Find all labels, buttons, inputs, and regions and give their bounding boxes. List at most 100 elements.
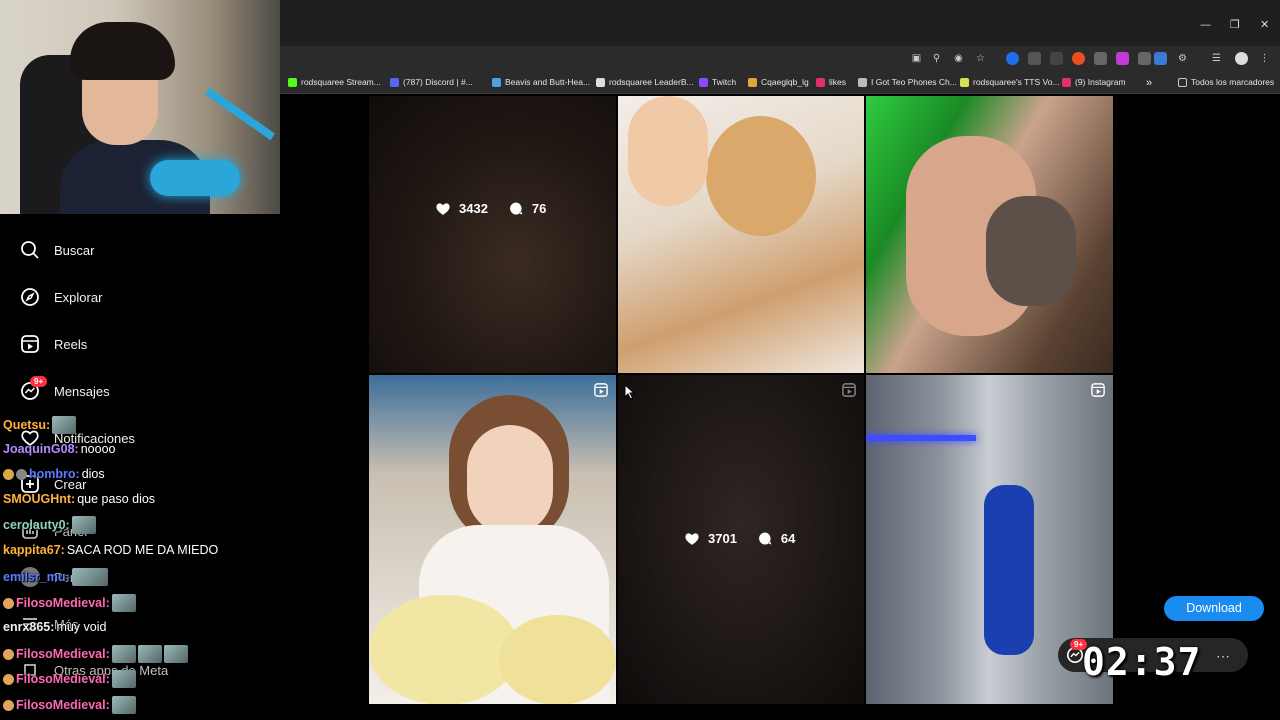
bookmark-icon — [288, 77, 297, 87]
explore-post-tile[interactable] — [369, 375, 616, 704]
explore-post-tile[interactable]: 3432 76 — [369, 96, 616, 373]
sidebar-item-label: Reels — [54, 336, 88, 352]
chat-username: FilosoMedieval: — [16, 672, 110, 686]
melon-shape — [369, 595, 519, 704]
chat-emote — [71, 568, 108, 586]
sidebar-item-explore[interactable]: Explorar — [20, 287, 102, 307]
chat-emote — [163, 645, 188, 663]
folder-icon — [1178, 77, 1187, 87]
more-bookmarks-button[interactable]: » — [1146, 77, 1152, 89]
chat-message: SMOUGHnt: que paso dios — [3, 492, 155, 506]
chat-message: enrx865: muy void — [3, 620, 106, 634]
puzzle-icon[interactable]: ⚙ — [1176, 52, 1189, 65]
extension-icon[interactable] — [1006, 52, 1019, 65]
bookmark[interactable]: (9) Instagram — [1062, 77, 1126, 87]
person-face-shape — [628, 96, 708, 206]
bookmark[interactable]: Beavis and Butt-Hea... — [492, 77, 590, 87]
explore-post-tile[interactable] — [618, 96, 864, 373]
all-bookmarks-label: Todos los marcadores — [1191, 77, 1275, 87]
bookmark-label: rodsquaree LeaderB... — [609, 77, 694, 87]
eye-off-icon[interactable]: ◉ — [952, 52, 965, 65]
bookmark-icon — [596, 77, 605, 87]
chat-text: que paso dios — [77, 492, 156, 506]
reels-icon — [842, 383, 856, 397]
download-button[interactable]: Download — [1164, 596, 1264, 621]
bookmark[interactable]: likes — [816, 77, 846, 87]
webcam-microphone — [150, 160, 240, 196]
reading-list-icon[interactable]: ☰ — [1210, 52, 1223, 65]
chat-username: hombro: — [29, 467, 80, 481]
explore-post-tile[interactable] — [866, 96, 1113, 373]
bookmark[interactable]: Cqaeglqb_lg — [748, 77, 809, 87]
extension-icon[interactable] — [1116, 52, 1129, 65]
chat-emote — [52, 416, 77, 434]
avatar-icon[interactable] — [1235, 52, 1248, 65]
bookmark[interactable]: rodsquaree LeaderB... — [596, 77, 694, 87]
chat-message: kappita67: SACA ROD ME DA MIEDO — [3, 543, 218, 557]
chat-username: FilosoMedieval: — [16, 596, 110, 610]
all-bookmarks-folder[interactable]: Todos los marcadores — [1178, 77, 1274, 87]
bookmark-label: likes — [829, 77, 847, 87]
reels-icon — [594, 383, 608, 397]
cast-icon[interactable]: ▣ — [910, 52, 923, 65]
bookmark-icon — [1062, 77, 1071, 87]
bookmark-label: Beavis and Butt-Hea... — [505, 77, 591, 87]
more-dots-icon[interactable]: ⋯ — [1216, 648, 1230, 665]
extension-icon[interactable] — [1138, 52, 1151, 65]
messages-badge: 9+ — [30, 376, 48, 387]
sidebar-item-reels[interactable]: Reels — [20, 334, 87, 354]
chat-emote — [111, 594, 136, 612]
chat-message: FilosoMedieval: — [3, 645, 188, 663]
likes-count: 3432 — [459, 201, 488, 216]
extension-icon[interactable] — [1050, 52, 1063, 65]
chat-badge-icon — [3, 468, 14, 480]
bookmark-label: (787) Discord | #... — [403, 77, 473, 87]
bookmark-label: rodsquaree's TTS Vo... — [973, 77, 1060, 87]
extension-icon[interactable] — [1094, 52, 1107, 65]
reels-icon — [21, 335, 39, 353]
chat-badge-icon — [3, 699, 14, 711]
bookmark[interactable]: rodsquaree's TTS Vo... — [960, 77, 1060, 87]
hover-overlay — [369, 96, 616, 373]
bookmark[interactable]: Twitch — [699, 77, 736, 87]
chat-emote — [137, 645, 162, 663]
bookmark[interactable]: I Got Teo Phones Ch... — [858, 77, 957, 87]
bookmark[interactable]: rodsquaree Stream... — [288, 77, 381, 87]
webcam-person-hair — [70, 22, 175, 80]
bookmark-label: Twitch — [712, 77, 737, 87]
minimize-icon[interactable]: — — [1200, 18, 1211, 31]
comment-icon — [509, 202, 523, 215]
chat-message: FilosoMedieval: — [3, 670, 136, 688]
chat-username: emilsr_mu: — [3, 570, 70, 584]
restore-icon[interactable]: ❐ — [1230, 18, 1240, 31]
chat-username: kappita67: — [3, 543, 65, 557]
zoom-icon[interactable]: ⚲ — [930, 52, 943, 65]
chat-username: FilosoMedieval: — [16, 647, 110, 661]
close-icon[interactable]: ✕ — [1260, 18, 1269, 31]
chat-text: noooo — [80, 442, 116, 456]
extension-icon[interactable] — [1154, 52, 1167, 65]
bookmark-label: (9) Instagram — [1075, 77, 1126, 87]
light-stripe — [866, 435, 976, 441]
chat-badge-icon — [3, 648, 14, 660]
heart-icon — [436, 203, 450, 215]
star-icon[interactable]: ☆ — [974, 52, 987, 65]
menu-dots-icon[interactable]: ⋮ — [1258, 52, 1271, 65]
face-shape — [467, 425, 553, 535]
bookmark-label: Cqaeglqb_lg — [761, 77, 809, 87]
bookmark-icon — [492, 77, 501, 87]
explore-post-tile[interactable]: 3701 64 — [618, 375, 864, 704]
extension-icon[interactable] — [1072, 52, 1085, 65]
sidebar-item-search[interactable]: Buscar — [20, 240, 94, 260]
comments-count: 64 — [780, 531, 796, 546]
chat-username: cerolauty0: — [3, 518, 70, 532]
chat-username: JoaquinG08: — [3, 442, 79, 456]
stream-timer: 02:37 — [1082, 640, 1202, 684]
chat-username: enrx865: — [3, 620, 55, 634]
comment-icon — [758, 532, 772, 545]
bookmark[interactable]: (787) Discord | #... — [390, 77, 473, 87]
chat-emote — [111, 645, 136, 663]
comments-count: 76 — [531, 201, 547, 216]
chat-badge-icon — [16, 468, 27, 480]
extension-icon[interactable] — [1028, 52, 1041, 65]
